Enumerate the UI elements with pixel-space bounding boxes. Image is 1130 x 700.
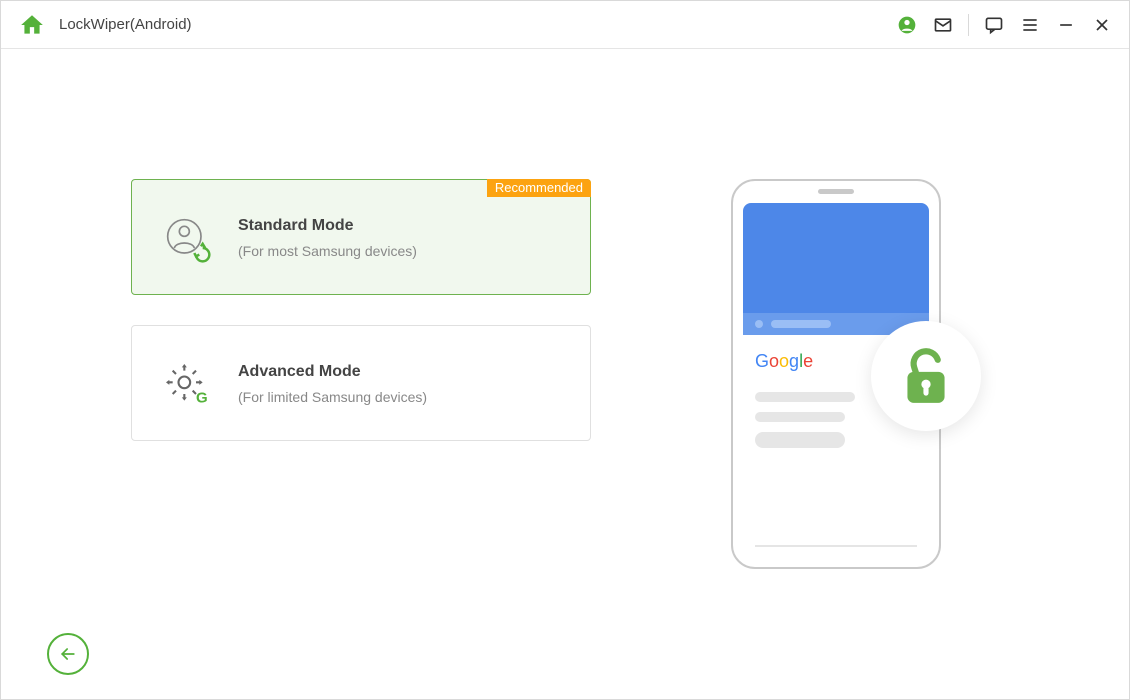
advanced-mode-title: Advanced Mode: [238, 363, 427, 381]
placeholder-pill: [755, 432, 845, 448]
account-icon[interactable]: [896, 14, 918, 36]
advanced-mode-card[interactable]: G Advanced Mode (For limited Samsung dev…: [131, 325, 591, 441]
phone-illustration: Google: [731, 179, 941, 569]
home-icon[interactable]: [19, 12, 45, 38]
back-button[interactable]: [47, 633, 89, 675]
phone-home-bar: [755, 545, 917, 547]
titlebar-right: [896, 14, 1113, 36]
feedback-icon[interactable]: [983, 14, 1005, 36]
minimize-button[interactable]: [1055, 14, 1077, 36]
titlebar: LockWiper(Android): [1, 1, 1129, 49]
titlebar-divider: [968, 14, 969, 36]
standard-mode-text: Standard Mode (For most Samsung devices): [238, 217, 417, 259]
standard-mode-title: Standard Mode: [238, 217, 417, 235]
phone-notch: [818, 189, 854, 194]
content-row: Recommended: [1, 49, 1129, 569]
main-content: Recommended: [1, 49, 1129, 699]
standard-mode-subtitle: (For most Samsung devices): [238, 243, 417, 259]
svg-text:G: G: [196, 389, 208, 406]
mail-icon[interactable]: [932, 14, 954, 36]
advanced-mode-icon: G: [158, 356, 214, 412]
unlock-icon: [871, 321, 981, 431]
svg-text:Google: Google: [755, 351, 813, 371]
app-window: LockWiper(Android): [0, 0, 1130, 700]
advanced-mode-text: Advanced Mode (For limited Samsung devic…: [238, 363, 427, 405]
standard-mode-card[interactable]: Recommended: [131, 179, 591, 295]
advanced-mode-subtitle: (For limited Samsung devices): [238, 389, 427, 405]
titlebar-left: LockWiper(Android): [19, 12, 192, 38]
recommended-badge: Recommended: [487, 179, 591, 197]
standard-mode-icon: [158, 210, 214, 266]
app-title: LockWiper(Android): [59, 16, 192, 33]
mode-cards: Recommended: [131, 179, 591, 569]
close-button[interactable]: [1091, 14, 1113, 36]
menu-icon[interactable]: [1019, 14, 1041, 36]
phone-header: [743, 203, 929, 335]
placeholder-line: [755, 412, 845, 422]
placeholder-line: [755, 392, 855, 402]
